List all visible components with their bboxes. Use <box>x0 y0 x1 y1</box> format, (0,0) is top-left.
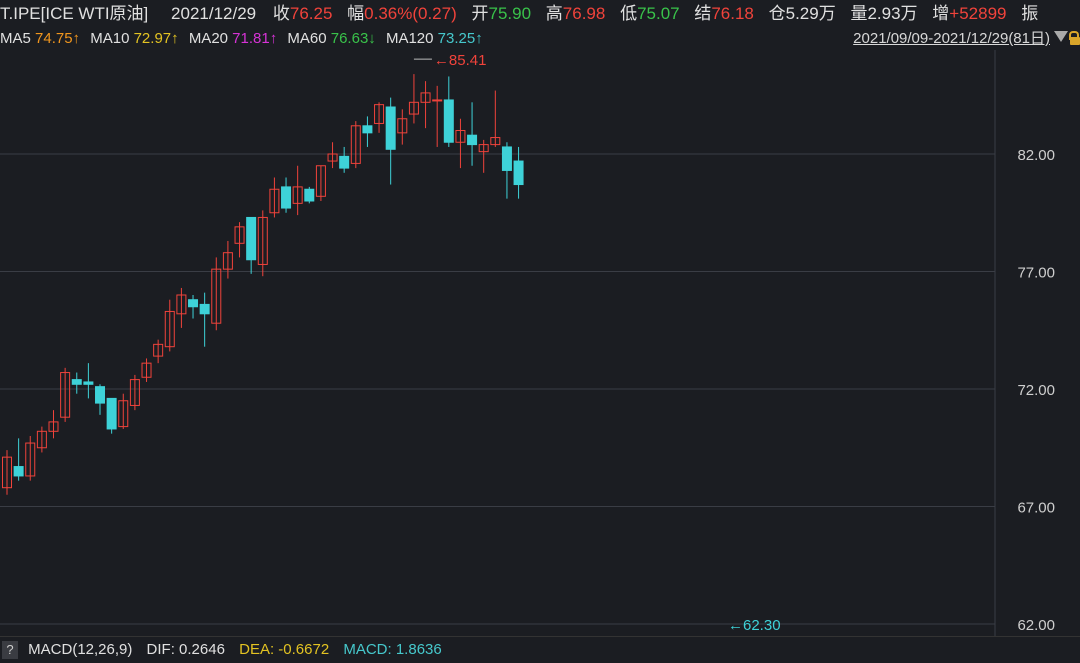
high-value: 76.98 <box>562 4 606 23</box>
ma60-label: MA60 <box>287 30 327 47</box>
candle-body <box>188 299 199 308</box>
candle-body <box>513 160 524 186</box>
candle-body <box>106 397 117 430</box>
high-marker-label: ←85.41 <box>434 52 487 69</box>
ma20-value: 71.81↑ <box>232 30 278 47</box>
candle-body <box>281 186 292 209</box>
ma10-label: MA10 <box>90 30 130 47</box>
y-tick-label: 62.00 <box>1017 617 1055 634</box>
ma5-label: MA5 <box>0 30 31 47</box>
candle-body <box>501 146 512 171</box>
candle-body <box>385 106 396 150</box>
macd-label[interactable]: MACD(12,26,9) <box>28 641 132 658</box>
candlestick-chart[interactable]: 82.00 77.00 72.00 67.00 62.00 ←85.41 ←62.30 <box>0 50 1080 636</box>
high-label: 高 <box>545 4 563 23</box>
settle-label: 结 <box>694 4 712 23</box>
ma5-value: 74.75↑ <box>35 30 81 47</box>
dea-value: DEA: -0.6672 <box>239 641 330 658</box>
oi-value: 5.29万 <box>785 4 836 23</box>
candle-body <box>246 216 257 261</box>
vol-value: 2.93万 <box>867 4 918 23</box>
ma20-label: MA20 <box>188 30 228 47</box>
close-label: 收 <box>272 4 290 23</box>
candle-body <box>95 386 106 404</box>
candle-body <box>467 134 478 146</box>
candle-body <box>339 155 350 169</box>
candle-body <box>304 188 315 202</box>
candle-body <box>71 379 82 385</box>
close-value: 76.25 <box>289 4 333 23</box>
inc-label: 增 <box>932 4 950 23</box>
y-tick-label: 67.00 <box>1017 500 1055 517</box>
lock-icon[interactable] <box>1070 37 1080 45</box>
help-icon[interactable]: ? <box>2 641 18 660</box>
ma120-value: 73.25↑ <box>437 30 483 47</box>
low-marker-label: ←62.30 <box>728 617 781 634</box>
candle-body <box>13 466 24 477</box>
ma120-label: MA120 <box>385 30 434 47</box>
candle-body <box>362 125 373 134</box>
settle-value: 76.18 <box>711 4 754 23</box>
low-value: 75.07 <box>637 4 680 23</box>
quote-header: T.IPE[ICE WTI原油] 2021/12/29 收76.25 幅0.36… <box>0 0 1080 28</box>
quote-date: 2021/12/29 <box>171 4 257 23</box>
open-label: 开 <box>471 4 489 23</box>
macd-value: MACD: 1.8636 <box>343 641 442 658</box>
date-range[interactable]: 2021/09/09-2021/12/29(81日) <box>853 28 1050 50</box>
ma60-value: 76.63↓ <box>330 30 376 47</box>
change-label: 幅 <box>347 4 365 23</box>
candle-body <box>199 303 210 315</box>
inc-value: +52899 <box>949 4 1007 23</box>
macd-bar: ? MACD(12,26,9) DIF: 0.2646 DEA: -0.6672… <box>0 636 1080 663</box>
y-tick-label: 77.00 <box>1017 265 1055 282</box>
y-tick-label: 72.00 <box>1017 382 1055 399</box>
dropdown-triangle-icon[interactable] <box>1054 31 1068 42</box>
symbol-name[interactable]: T.IPE[ICE WTI原油] <box>0 4 148 23</box>
y-tick-label: 82.00 <box>1017 147 1055 164</box>
dif-value: DIF: 0.2646 <box>146 641 225 658</box>
oi-label: 仓 <box>768 4 786 23</box>
ma10-value: 72.97↑ <box>133 30 179 47</box>
vol-label: 量 <box>850 4 868 23</box>
candle-body <box>443 99 454 143</box>
amp-label: 振 <box>1021 4 1039 23</box>
open-value: 75.90 <box>488 4 532 23</box>
low-label: 低 <box>620 4 638 23</box>
candle-body <box>83 381 94 385</box>
change-value: 0.36%(0.27) <box>364 4 457 23</box>
candle-body <box>432 99 443 102</box>
